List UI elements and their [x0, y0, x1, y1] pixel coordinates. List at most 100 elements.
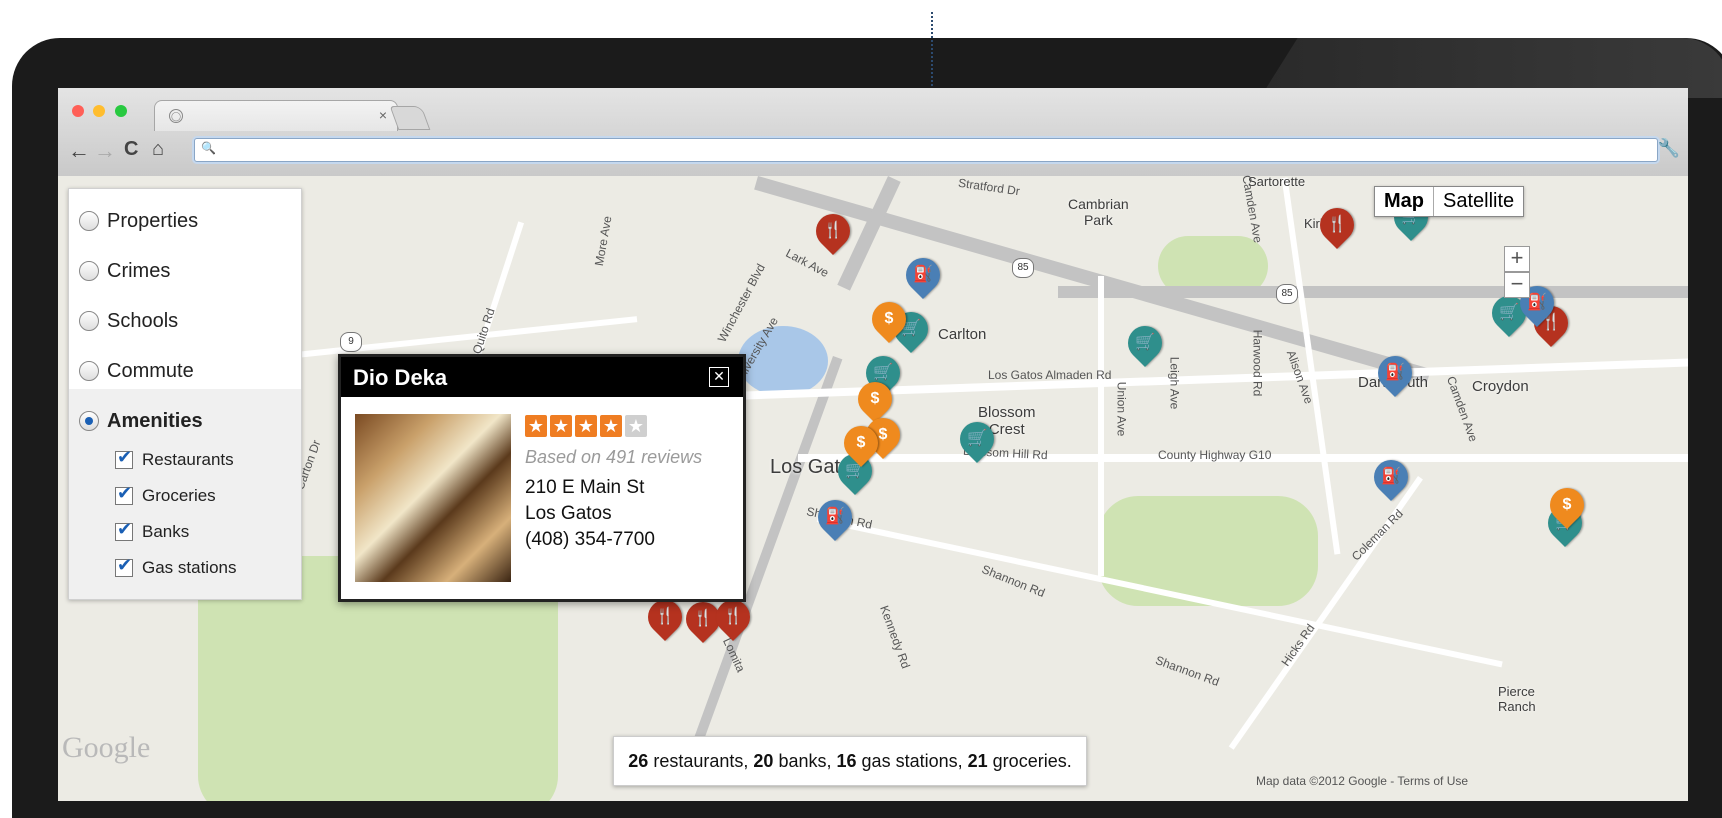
zoom-window-button[interactable]	[114, 105, 127, 117]
restaurant-marker[interactable]: 🍴	[1312, 200, 1362, 250]
phone-number: (408) 354-7700	[525, 529, 655, 550]
gas-count-label: gas stations,	[861, 751, 963, 771]
amenity-label: Restaurants	[142, 450, 234, 469]
gas-station-marker[interactable]: ⛽	[898, 250, 948, 300]
layer-panel: Properties Crimes Schools Commute Amenit…	[68, 188, 302, 600]
fork-knife-icon: 🍴	[823, 222, 843, 239]
star-empty-icon: ★	[625, 415, 647, 437]
dollar-icon: $	[870, 390, 880, 407]
layer-option-label: Properties	[107, 209, 199, 232]
label-leigh-ave: Leigh Ave	[1167, 356, 1182, 410]
review-count[interactable]: Based on 491 reviews	[525, 447, 702, 468]
map-type-satellite-button[interactable]: Satellite	[1434, 187, 1524, 216]
star-icon: ★	[575, 415, 597, 437]
close-window-button[interactable]	[72, 105, 84, 117]
globe-icon: ◯	[169, 109, 183, 123]
label-shannon-rd: Shannon Rd	[1153, 653, 1222, 689]
restaurant-marker[interactable]: 🍴	[808, 206, 858, 256]
minimize-window-button[interactable]	[93, 105, 106, 117]
fuel-pump-icon: ⛽	[1381, 468, 1401, 485]
gas-station-marker[interactable]: ⛽	[1370, 348, 1420, 398]
browser-tab[interactable]: ◯ ×	[154, 100, 398, 131]
label-carlton: Carlton	[938, 326, 987, 343]
browser-chrome: ◯ × ← → C ⌂ 🔍 🔧	[58, 88, 1688, 177]
info-window-header: Dio Deka ✕	[341, 357, 743, 397]
route-85-shield: 85	[1012, 258, 1034, 278]
label-cambrian-park: Cambrian Park	[1068, 196, 1129, 228]
forward-button[interactable]: →	[94, 138, 116, 164]
fork-knife-icon: 🍴	[723, 608, 743, 625]
fuel-pump-icon: ⛽	[1385, 364, 1405, 381]
gas-station-marker[interactable]: ⛽	[810, 492, 860, 542]
star-icon: ★	[525, 415, 547, 437]
dollar-icon: $	[1562, 496, 1572, 513]
close-icon[interactable]: ✕	[709, 367, 729, 387]
layer-option-label: Schools	[107, 309, 179, 332]
zoom-in-button[interactable]: +	[1504, 246, 1530, 272]
layer-option-schools[interactable]: Schools	[79, 301, 178, 341]
bank-marker[interactable]: $	[1542, 480, 1592, 530]
amenity-groceries[interactable]: Groceries	[115, 481, 216, 511]
radio-button[interactable]	[79, 211, 99, 231]
radio-button[interactable]	[79, 261, 99, 281]
bank-marker[interactable]: $	[836, 418, 886, 468]
dollar-icon: $	[884, 310, 894, 327]
star-rating: ★ ★ ★ ★ ★	[525, 415, 650, 437]
label-los-gatos-almaden: Los Gatos Almaden Rd	[988, 368, 1112, 382]
route-9-shield: 9	[340, 332, 362, 352]
back-button[interactable]: ←	[68, 138, 90, 164]
label-harwood-rd: Harwood Rd	[1250, 329, 1265, 397]
browser-window: ◯ × ← → C ⌂ 🔍 🔧 Cambrian Park Carlton Bl…	[58, 88, 1688, 801]
layer-option-crimes[interactable]: Crimes	[79, 251, 170, 291]
map-type-map-button[interactable]: Map	[1375, 187, 1434, 216]
map-attribution[interactable]: Map data ©2012 Google - Terms of Use	[1256, 774, 1468, 788]
layer-option-amenities[interactable]: Amenities	[79, 401, 203, 441]
label-pierce-ranch: Pierce Ranch	[1498, 684, 1536, 714]
highway-85	[1058, 286, 1688, 298]
checkbox[interactable]	[115, 447, 133, 469]
dollar-icon: $	[856, 434, 866, 451]
google-logo: Google	[62, 731, 151, 764]
label-croydon: Croydon	[1472, 378, 1529, 395]
tab-close-button[interactable]: ×	[379, 107, 387, 123]
wrench-icon[interactable]: 🔧	[1658, 138, 1680, 159]
grocery-count: 21	[967, 751, 988, 771]
layer-option-commute[interactable]: Commute	[79, 351, 194, 391]
bank-marker[interactable]: $	[864, 294, 914, 344]
radio-button[interactable]	[79, 311, 99, 331]
fuel-pump-icon: ⛽	[825, 508, 845, 525]
amenity-summary: 26 restaurants, 20 banks, 16 gas station…	[613, 736, 1087, 786]
layer-option-properties[interactable]: Properties	[79, 201, 198, 241]
grocery-marker[interactable]: 🛒	[952, 414, 1002, 464]
search-icon: 🔍	[201, 141, 216, 155]
amenity-banks[interactable]: Banks	[115, 517, 189, 547]
label-more-ave: More Ave	[591, 214, 615, 268]
zoom-out-button[interactable]: −	[1504, 272, 1530, 298]
checkbox[interactable]	[115, 555, 133, 577]
gas-count: 16	[836, 751, 857, 771]
checkbox[interactable]	[115, 483, 133, 505]
address-input[interactable]	[219, 140, 1643, 160]
fuel-pump-icon: ⛽	[913, 266, 933, 283]
window-controls	[72, 104, 132, 122]
label-coleman-rd: Coleman Rd	[1348, 506, 1406, 564]
cart-icon: 🛒	[967, 430, 987, 447]
bank-marker[interactable]: $	[850, 374, 900, 424]
gas-station-marker[interactable]: ⛽	[1366, 452, 1416, 502]
radio-button-selected[interactable]	[79, 411, 99, 431]
address-city: Los Gatos	[525, 503, 612, 524]
address-bar[interactable]: 🔍	[194, 138, 1658, 162]
map-canvas[interactable]: Cambrian Park Carlton Blossom Crest Los …	[58, 174, 1688, 801]
restaurant-count-label: restaurants,	[653, 751, 749, 771]
grocery-marker[interactable]: 🛒	[1120, 318, 1170, 368]
home-button[interactable]: ⌂	[152, 138, 164, 161]
reload-button[interactable]: C	[124, 138, 138, 161]
amenity-restaurants[interactable]: Restaurants	[115, 445, 234, 475]
amenity-label: Gas stations	[142, 558, 237, 577]
restaurant-count: 26	[628, 751, 649, 771]
amenity-gas-stations[interactable]: Gas stations	[115, 553, 237, 583]
radio-button[interactable]	[79, 361, 99, 381]
label-county-hwy: County Highway G10	[1158, 448, 1272, 462]
label-stratford-dr: Stratford Dr	[957, 175, 1021, 199]
checkbox[interactable]	[115, 519, 133, 541]
